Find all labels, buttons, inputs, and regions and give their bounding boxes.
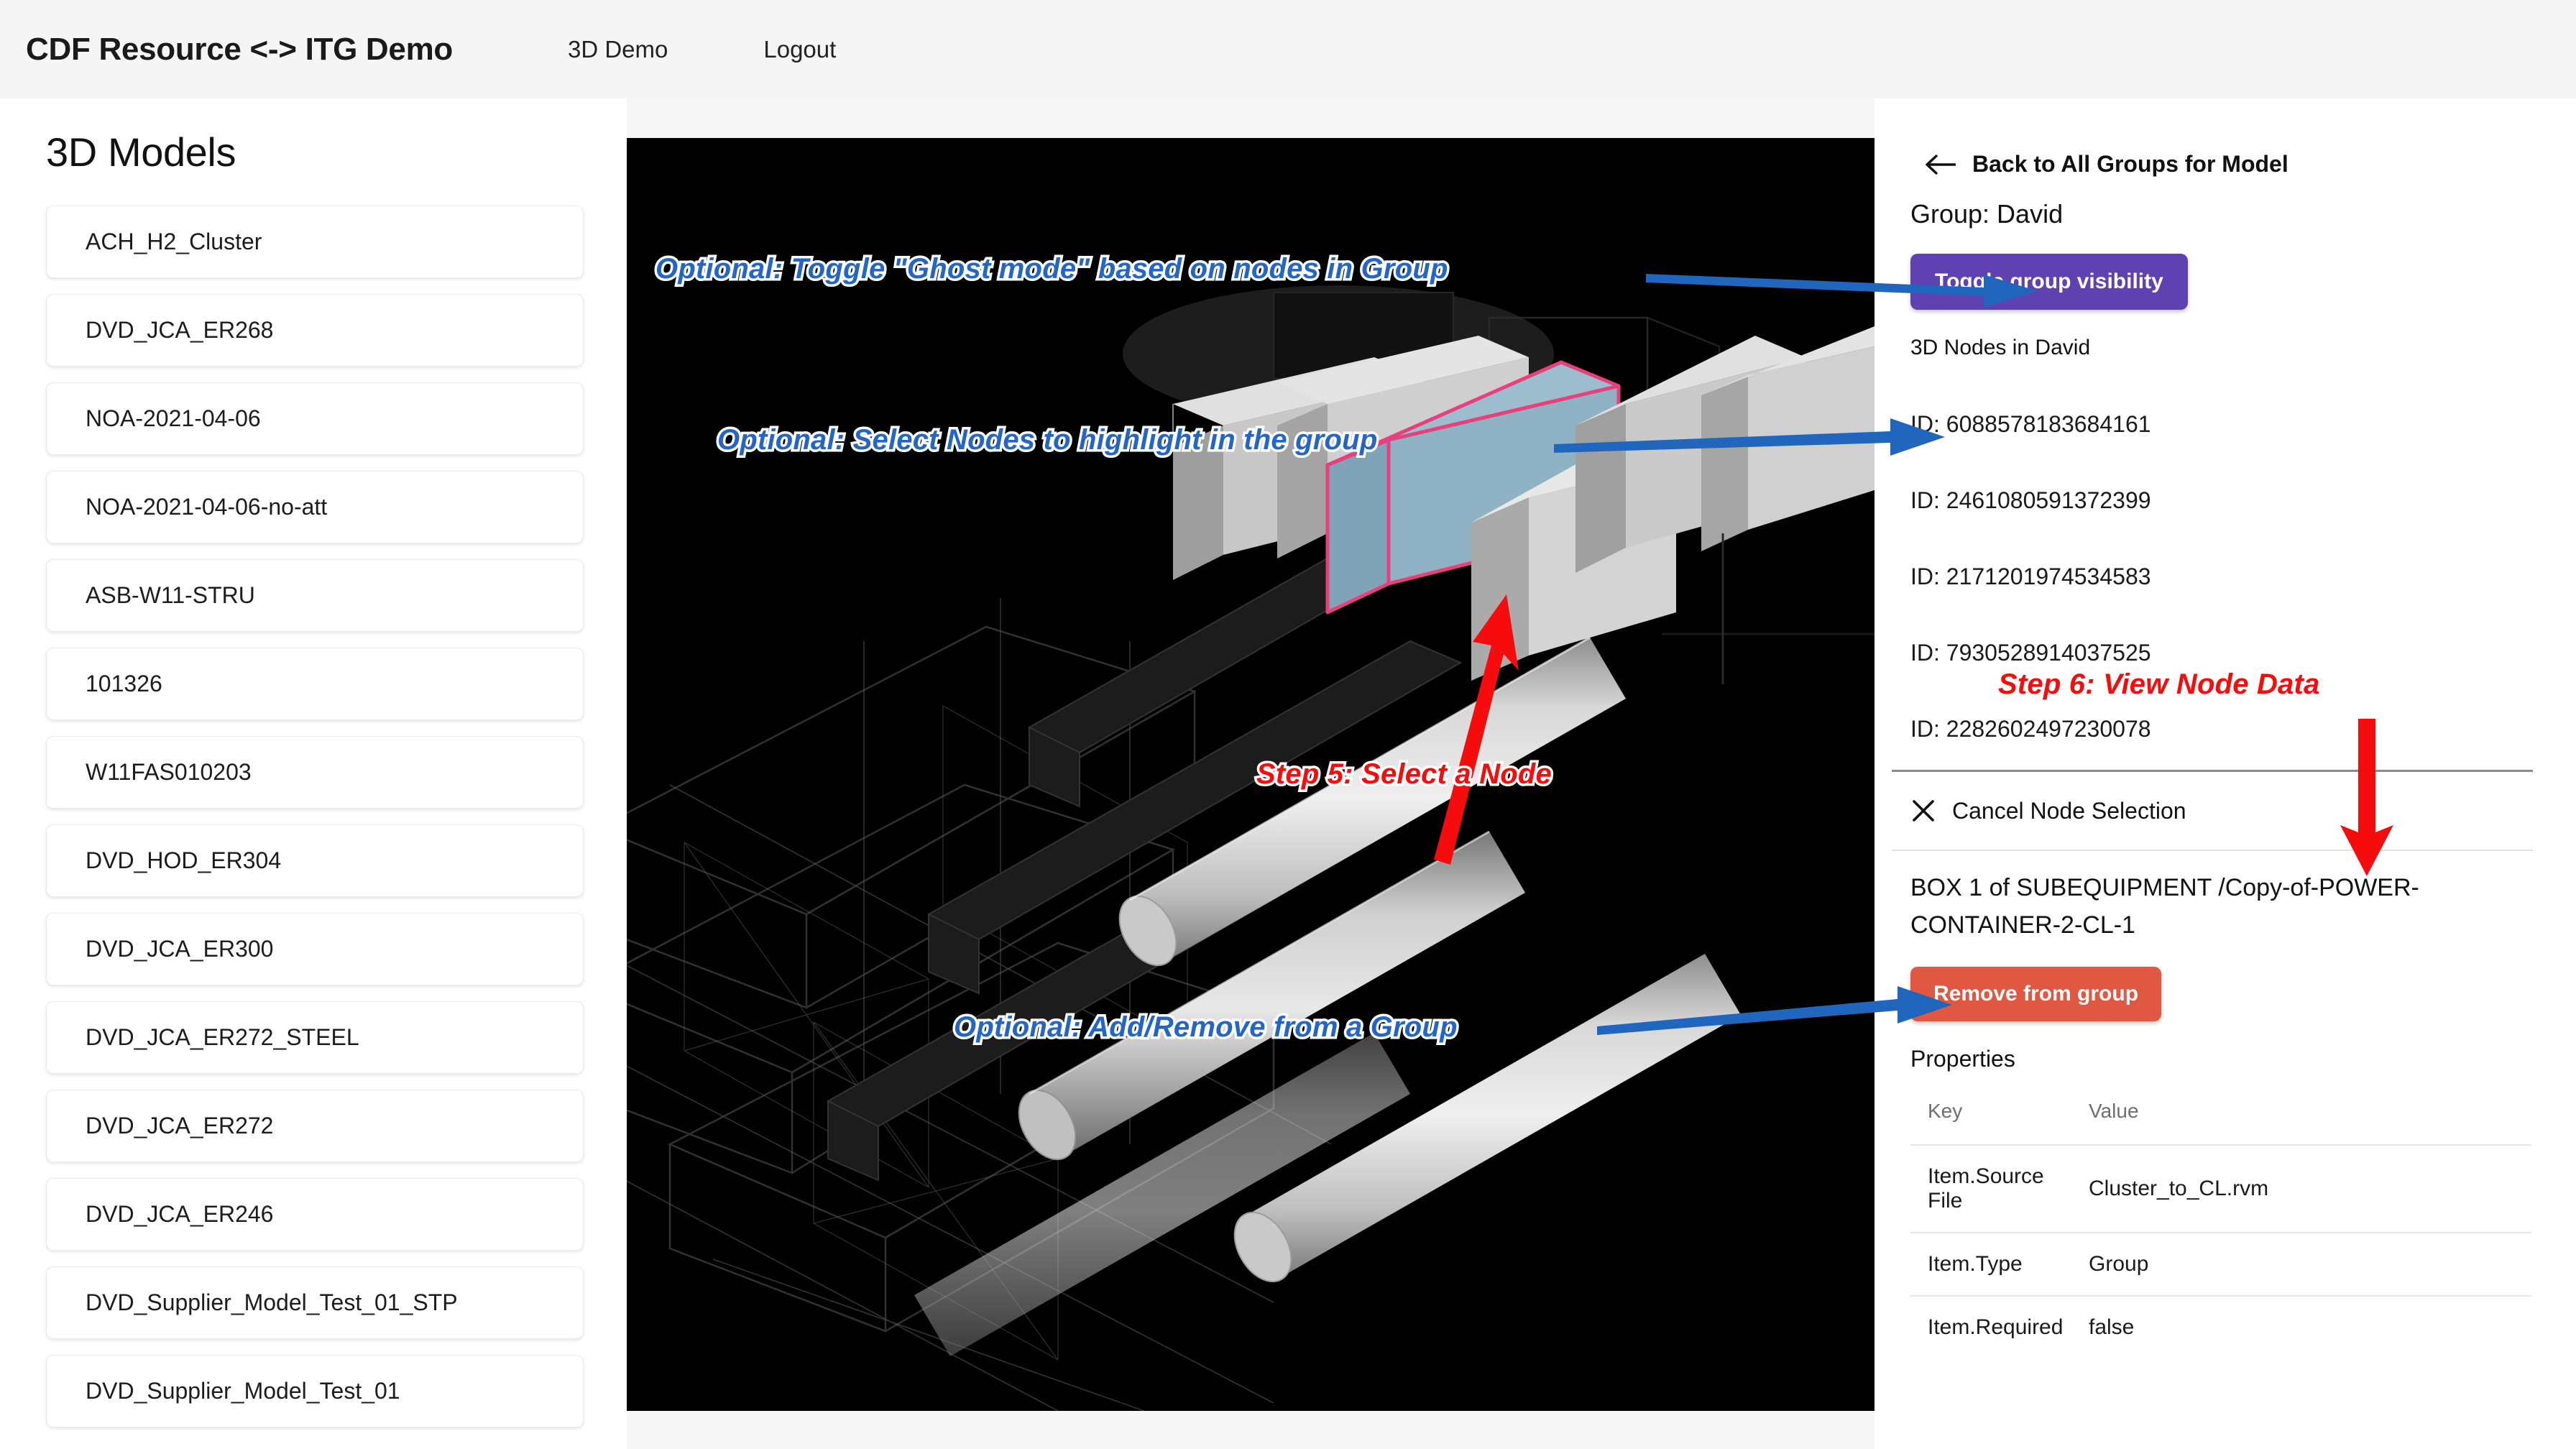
- model-name: DVD_Supplier_Model_Test_01: [86, 1378, 400, 1404]
- model-name: 101326: [86, 671, 162, 696]
- column-header-value: Value: [2089, 1100, 2139, 1123]
- property-key: Item.Source File: [1910, 1144, 2071, 1233]
- list-item[interactable]: 101326: [46, 648, 584, 720]
- table-row: Item.Required false: [1910, 1295, 2531, 1359]
- model-list: ACH_H2_Cluster DVD_JCA_ER268 NOA-2021-04…: [46, 206, 584, 1443]
- nodes-section-heading: 3D Nodes in David: [1910, 336, 2091, 359]
- node-id-list: ID: 6088578183684161 ID: 246108059137239…: [1892, 386, 2533, 767]
- list-item[interactable]: ID: 6088578183684161: [1910, 386, 2533, 462]
- property-key: Item.Type: [1910, 1232, 2071, 1297]
- list-item[interactable]: DVD_JCA_ER246: [46, 1178, 584, 1251]
- list-item[interactable]: ID: 2171201974534583: [1910, 538, 2533, 615]
- nav-link-logout[interactable]: Logout: [763, 36, 836, 63]
- model-name: DVD_HOD_ER304: [86, 847, 282, 873]
- list-item[interactable]: ASB-W11-STRU: [46, 559, 584, 632]
- model-name: ASB-W11-STRU: [86, 582, 255, 608]
- properties-heading: Properties: [1910, 1046, 2015, 1072]
- selected-node-title: BOX 1 of SUBEQUIPMENT /Copy-of-POWER-CON…: [1910, 874, 2419, 939]
- 3d-viewport[interactable]: [627, 138, 1874, 1411]
- list-item[interactable]: ACH_H2_Cluster: [46, 206, 584, 278]
- arrow-left-icon: [1926, 154, 1956, 175]
- cancel-node-selection-button[interactable]: Cancel Node Selection: [1910, 772, 2533, 850]
- list-item[interactable]: DVD_JCA_ER272: [46, 1090, 584, 1162]
- model-name: DVD_JCA_ER272_STEEL: [86, 1024, 359, 1050]
- model-name: NOA-2021-04-06: [86, 405, 261, 431]
- properties-table: Key Value Item.Source File Cluster_to_CL…: [1910, 1094, 2531, 1359]
- list-item[interactable]: NOA-2021-04-06: [46, 382, 584, 455]
- property-value: false: [2071, 1295, 2531, 1359]
- page-title: 3D Models: [46, 129, 236, 175]
- table-row: Item.Type Group: [1910, 1232, 2531, 1297]
- table-header-row: Key Value: [1910, 1094, 2531, 1145]
- column-header-key: Key: [1928, 1100, 1963, 1123]
- remove-from-group-button[interactable]: Remove from group: [1910, 967, 2162, 1022]
- section-divider: [1892, 850, 2533, 851]
- toggle-group-visibility-button[interactable]: Toggle group visibility: [1910, 254, 2188, 310]
- model-name: DVD_JCA_ER246: [86, 1201, 274, 1227]
- back-to-groups-button[interactable]: Back to All Groups for Model: [1925, 151, 2533, 178]
- list-item[interactable]: ID: 7930528914037525: [1910, 615, 2533, 691]
- model-name: ACH_H2_Cluster: [86, 229, 262, 254]
- back-to-groups-label: Back to All Groups for Model: [1972, 151, 2288, 177]
- close-icon: [1913, 800, 1934, 822]
- list-item[interactable]: DVD_JCA_ER268: [46, 294, 584, 367]
- list-item[interactable]: DVD_HOD_ER304: [46, 824, 584, 897]
- list-item[interactable]: DVD_Supplier_Model_Test_01: [46, 1355, 584, 1427]
- nav-link-3d-demo[interactable]: 3D Demo: [568, 36, 668, 63]
- list-item[interactable]: ID: 2461080591372399: [1910, 462, 2533, 538]
- top-navbar: CDF Resource <-> ITG Demo 3D Demo Logout: [0, 0, 2576, 98]
- model-name: DVD_Supplier_Model_Test_01_STP: [86, 1289, 458, 1315]
- table-row: Item.Source File Cluster_to_CL.rvm: [1910, 1144, 2531, 1233]
- model-name: NOA-2021-04-06-no-att: [86, 494, 328, 520]
- model-name: DVD_JCA_ER300: [86, 936, 274, 962]
- list-item[interactable]: DVD_JCA_ER300: [46, 913, 584, 985]
- app-brand-title: CDF Resource <-> ITG Demo: [26, 31, 453, 67]
- list-item[interactable]: NOA-2021-04-06-no-att: [46, 471, 584, 543]
- property-value: Cluster_to_CL.rvm: [2071, 1144, 2531, 1233]
- cancel-node-selection-label: Cancel Node Selection: [1952, 797, 2186, 824]
- models-sidebar: 3D Models ACH_H2_Cluster DVD_JCA_ER268 N…: [0, 98, 627, 1449]
- property-value: Group: [2071, 1232, 2531, 1297]
- model-name: W11FAS010203: [86, 759, 252, 785]
- group-details-panel: Back to All Groups for Model Group: Davi…: [1874, 98, 2576, 1449]
- property-key: Item.Required: [1910, 1295, 2071, 1359]
- model-name: DVD_JCA_ER268: [86, 317, 274, 343]
- list-item[interactable]: DVD_JCA_ER272_STEEL: [46, 1001, 584, 1074]
- navbar-links: 3D Demo Logout: [568, 36, 932, 63]
- list-item[interactable]: ID: 2282602497230078: [1910, 691, 2533, 767]
- model-name: DVD_JCA_ER272: [86, 1113, 274, 1138]
- list-item[interactable]: W11FAS010203: [46, 736, 584, 809]
- group-name-label: Group: David: [1910, 199, 2064, 229]
- list-item[interactable]: DVD_Supplier_Model_Test_01_STP: [46, 1266, 584, 1339]
- 3d-scene-render: [627, 138, 1874, 1411]
